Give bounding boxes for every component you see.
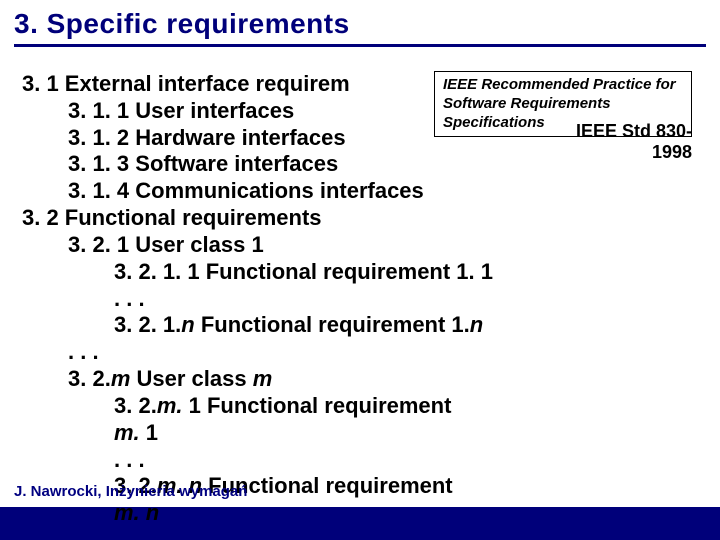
ieee-std-label: IEEE Std 830- 1998 — [576, 121, 692, 162]
seg-c: 1 Functional requirement — [183, 393, 452, 418]
line-3-2: 3. 2 Functional requirements — [22, 205, 706, 232]
title-underline — [14, 44, 706, 47]
seg-b: m — [111, 366, 131, 391]
dots-1: . . . — [22, 286, 706, 313]
ieee-std-line1: IEEE Std 830- — [576, 121, 692, 141]
seg-b: m. — [157, 393, 183, 418]
line-3-2-m-1: 3. 2.m. 1 Functional requirement — [22, 393, 706, 420]
line-3-2-1-1: 3. 2. 1. 1 Functional requirement 1. 1 — [22, 259, 706, 286]
slide-footer: J. Nawrocki, Inżynieria wymagań — [14, 483, 247, 501]
ieee-box-line1: IEEE Recommended Practice for — [443, 76, 676, 93]
seg-c: User class — [130, 366, 252, 391]
body-area: IEEE Recommended Practice for Software R… — [0, 71, 720, 507]
seg-a: 3. 2. — [114, 393, 157, 418]
title-area: 3. Specific requirements — [0, 0, 720, 51]
seg-d: n — [470, 312, 483, 337]
ieee-box-line2: Software Requirements — [443, 95, 611, 112]
line-m-n: m. n — [22, 500, 706, 527]
dots-3: . . . — [22, 447, 706, 474]
seg-a: 3. 2. — [68, 366, 111, 391]
line-m-1: m. 1 — [22, 420, 706, 447]
seg-d: m — [253, 366, 273, 391]
slide-title: 3. Specific requirements — [14, 8, 706, 40]
seg-a: 3. 2. 1. — [114, 312, 181, 337]
ieee-std-line2: 1998 — [652, 142, 692, 162]
seg-a: m. — [114, 420, 140, 445]
line-3-2-1: 3. 2. 1 User class 1 — [22, 232, 706, 259]
dots-2: . . . — [22, 339, 706, 366]
ieee-box-line3: Specifications — [443, 114, 545, 131]
line-3-1-4: 3. 1. 4 Communications interfaces — [22, 178, 706, 205]
seg-b: 1 — [140, 420, 158, 445]
seg-b: n — [181, 312, 194, 337]
slide: 3. Specific requirements IEEE Recommende… — [0, 0, 720, 540]
line-3-2-m: 3. 2.m User class m — [22, 366, 706, 393]
title-gap — [0, 51, 720, 71]
seg-c: Functional requirement 1. — [195, 312, 470, 337]
seg-a: m. n — [114, 500, 159, 525]
line-3-2-1-n: 3. 2. 1.n Functional requirement 1.n — [22, 312, 706, 339]
